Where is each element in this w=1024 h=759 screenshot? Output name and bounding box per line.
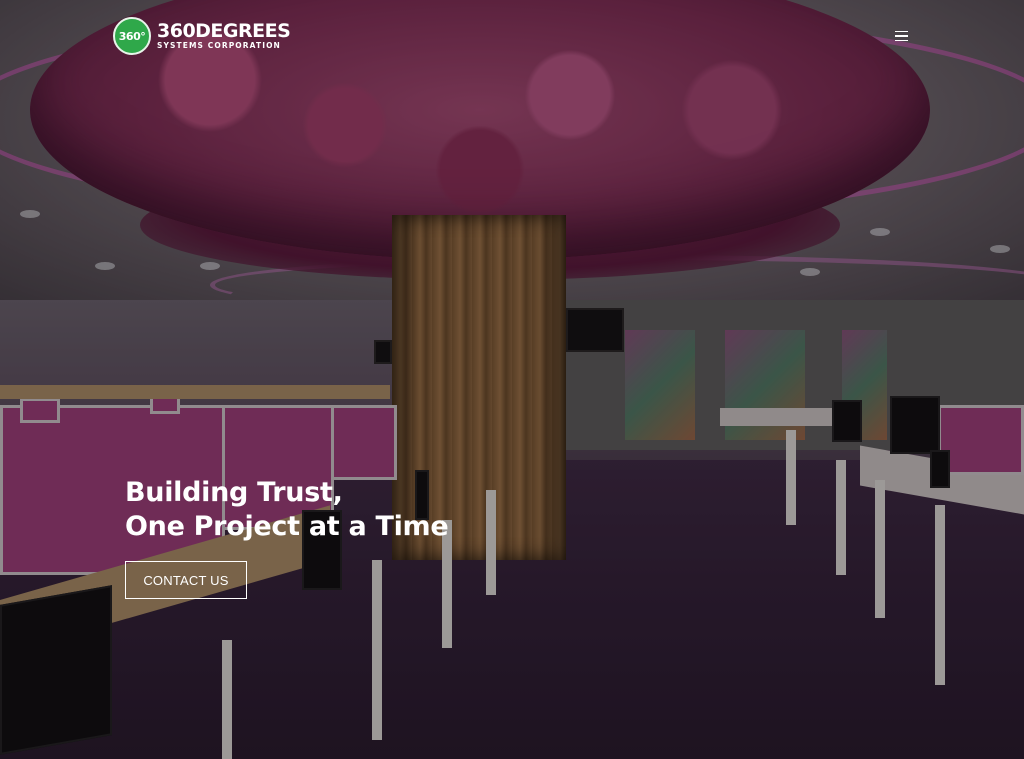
hero-heading-line-1: Building Trust,	[125, 477, 343, 508]
hero-heading: Building Trust, One Project at a Time	[125, 476, 605, 544]
logo-badge-text: 360°	[118, 29, 146, 43]
menu-bar	[894, 30, 908, 33]
hero-heading-line-2: One Project at a Time	[125, 511, 449, 542]
site-header: 360° 360DEGREES SYSTEMS CORPORATION	[0, 0, 1024, 72]
menu-bar	[894, 35, 908, 37]
menu-bar	[894, 39, 908, 42]
logo-tagline: SYSTEMS CORPORATION	[157, 41, 281, 50]
logo-name: 360DEGREES	[157, 20, 291, 42]
hamburger-menu-icon[interactable]	[890, 26, 912, 46]
hero-dark-overlay	[0, 0, 1024, 759]
contact-us-button[interactable]: CONTACT US	[125, 561, 247, 599]
logo-wordmark: 360DEGREES SYSTEMS CORPORATION	[157, 20, 291, 51]
logo-badge-icon: 360°	[113, 17, 151, 55]
site-logo[interactable]: 360° 360DEGREES SYSTEMS CORPORATION	[113, 17, 291, 55]
